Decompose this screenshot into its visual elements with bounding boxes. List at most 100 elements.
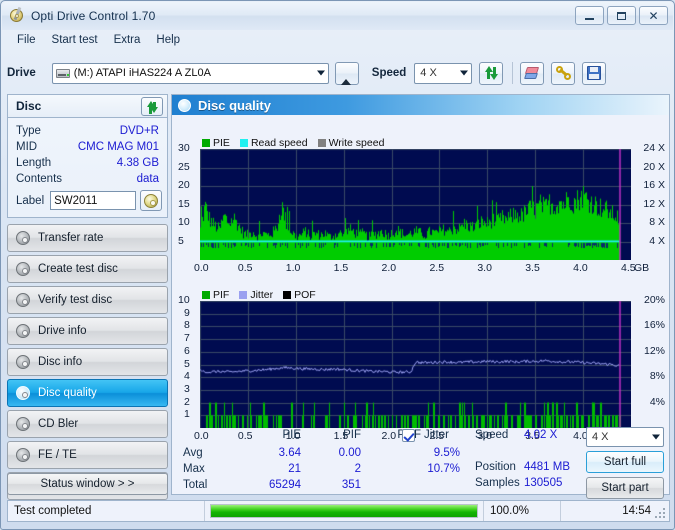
disc-icon: [16, 448, 30, 462]
sidebar-item-disc-info[interactable]: Disc info: [7, 348, 168, 376]
disc-icon: [16, 262, 30, 276]
disc-icon: [16, 417, 30, 431]
sidebar-item-create-test-disc[interactable]: Create test disc: [7, 255, 168, 283]
jitter-checkbox[interactable]: [402, 429, 415, 442]
speed-select-value: 4 X: [420, 67, 437, 79]
resize-grip-icon[interactable]: [655, 508, 666, 519]
menu-file[interactable]: File: [10, 32, 43, 48]
disc-label-button[interactable]: [140, 190, 162, 211]
tools-button[interactable]: [551, 61, 576, 85]
disc-info-box: Disc Type DVD+R MID CMC MAG M01 Length 4…: [7, 94, 168, 218]
sidebar-item-label: Create test disc: [38, 263, 118, 275]
speed-select[interactable]: 4 X: [414, 62, 473, 84]
erase-button[interactable]: [520, 61, 545, 85]
stats-avg-pie: 3.64: [278, 447, 301, 459]
save-button[interactable]: [582, 61, 607, 85]
pie-chart-canvas: [200, 149, 631, 260]
progress-percent: 100.0%: [490, 505, 530, 517]
axis-tick-label: 5: [184, 357, 190, 370]
sidebar-item-label: Disc quality: [38, 387, 97, 399]
axis-tick-label: 10: [178, 216, 190, 228]
disc-refresh-button[interactable]: [141, 97, 163, 116]
axis-tick-label: 12%: [643, 344, 665, 357]
save-disk-icon: [587, 66, 602, 80]
stats-max-jitter: 10.7%: [427, 463, 460, 475]
axis-tick-label: 0.0: [194, 262, 209, 274]
stats-col-jitter: Jitter: [424, 429, 449, 441]
stats-avg-jitter: 9.5%: [433, 447, 460, 459]
start-full-button[interactable]: Start full: [586, 451, 664, 473]
start-part-button[interactable]: Start part: [586, 477, 664, 499]
axis-tick-label: 4: [184, 370, 190, 383]
close-button[interactable]: ✕: [639, 6, 668, 25]
eject-button[interactable]: [334, 61, 359, 85]
sidebar-item-fe-te[interactable]: FE / TE: [7, 441, 168, 469]
sidebar-item-transfer-rate[interactable]: Transfer rate: [7, 224, 168, 252]
title-bar: Opti Drive Control 1.70 ✕: [2, 2, 673, 30]
legend-label-pif: PIF: [213, 289, 230, 301]
disc-icon: [16, 231, 30, 245]
drive-select-value: (M:) ATAPI iHAS224 A ZL0A: [73, 67, 211, 79]
app-window: Opti Drive Control 1.70 ✕ File Start tes…: [0, 0, 675, 530]
sidebar-item-drive-info[interactable]: Drive info: [7, 317, 168, 345]
disc-info-title: Disc: [16, 99, 42, 113]
menu-start-test[interactable]: Start test: [45, 32, 105, 48]
axis-tick-label: 2.5: [429, 262, 445, 274]
disc-icon: [16, 324, 30, 338]
stats-row-max-label: Max: [183, 463, 205, 475]
status-message: Test completed: [14, 505, 92, 517]
axis-tick-label: 16 X: [643, 179, 665, 191]
stats-avg-pif: 0.00: [338, 447, 361, 459]
test-speed-select[interactable]: 4 X: [586, 427, 664, 447]
window-controls: ✕: [575, 6, 668, 25]
toolbar-separator: [512, 62, 514, 84]
drive-select[interactable]: (M:) ATAPI iHAS224 A ZL0A: [51, 62, 329, 84]
legend-label-pof: POF: [294, 289, 316, 301]
sidebar-item-verify-test-disc[interactable]: Verify test disc: [7, 286, 168, 314]
maximize-button[interactable]: [607, 6, 636, 25]
cd-icon: [144, 193, 158, 208]
test-speed-value: 4 X: [592, 431, 609, 443]
axis-tick-label: 4 X: [649, 234, 665, 247]
left-panel: Disc Type DVD+R MID CMC MAG M01 Length 4…: [7, 94, 168, 517]
samples-stat-label: Samples: [475, 477, 520, 489]
axis-tick-label: 8: [184, 319, 190, 332]
menu-help[interactable]: Help: [149, 32, 187, 48]
axis-tick-label: 4.0: [573, 262, 588, 274]
sidebar-item-label: FE / TE: [38, 449, 77, 461]
elapsed-time: 14:54: [622, 505, 651, 517]
speed-label: Speed: [371, 67, 407, 79]
progress-bar: [210, 504, 478, 518]
disc-row-length: Length 4.38 GB: [16, 155, 159, 171]
axis-tick-label: 3: [184, 382, 190, 395]
sidebar-item-disc-quality[interactable]: Disc quality: [7, 379, 168, 407]
disc-row-value: data: [136, 173, 159, 185]
disc-row-contents: Contents data: [16, 171, 159, 187]
disc-row-value: DVD+R: [119, 125, 159, 137]
refresh-button[interactable]: [479, 61, 504, 85]
sidebar-item-label: Drive info: [38, 325, 87, 337]
axis-tick-label: 7: [184, 332, 190, 345]
axis-tick-label: 0.5: [237, 262, 253, 274]
samples-stat-value: 130505: [524, 477, 563, 489]
status-window-button[interactable]: Status window > >: [7, 473, 168, 495]
disc-label-input[interactable]: SW2011: [50, 191, 136, 210]
axis-tick-label: 8%: [649, 370, 665, 383]
drive-label: Drive: [7, 67, 36, 79]
axis-tick-label: 24 X: [643, 142, 665, 154]
disc-row-value: 4.38 GB: [116, 157, 159, 169]
axis-tick-label: GB: [634, 262, 650, 274]
axis-tick-label: 20%: [643, 294, 665, 306]
disc-row-key: Contents: [16, 173, 63, 185]
menu-extra[interactable]: Extra: [107, 32, 148, 48]
pie-chart-legend: PIE Read speed Write speed: [202, 137, 390, 149]
minimize-button[interactable]: [575, 6, 604, 25]
disc-info-header: Disc: [8, 95, 167, 118]
legend-label-read-speed: Read speed: [250, 137, 308, 149]
sidebar-item-cd-bler[interactable]: CD Bler: [7, 410, 168, 438]
stats-col-pie: PIE: [282, 429, 301, 441]
disc-row-mid: MID CMC MAG M01: [16, 139, 159, 155]
axis-tick-label: 1: [184, 408, 190, 421]
disc-row-type: Type DVD+R: [16, 123, 159, 139]
axis-tick-label: 20: [178, 179, 190, 191]
